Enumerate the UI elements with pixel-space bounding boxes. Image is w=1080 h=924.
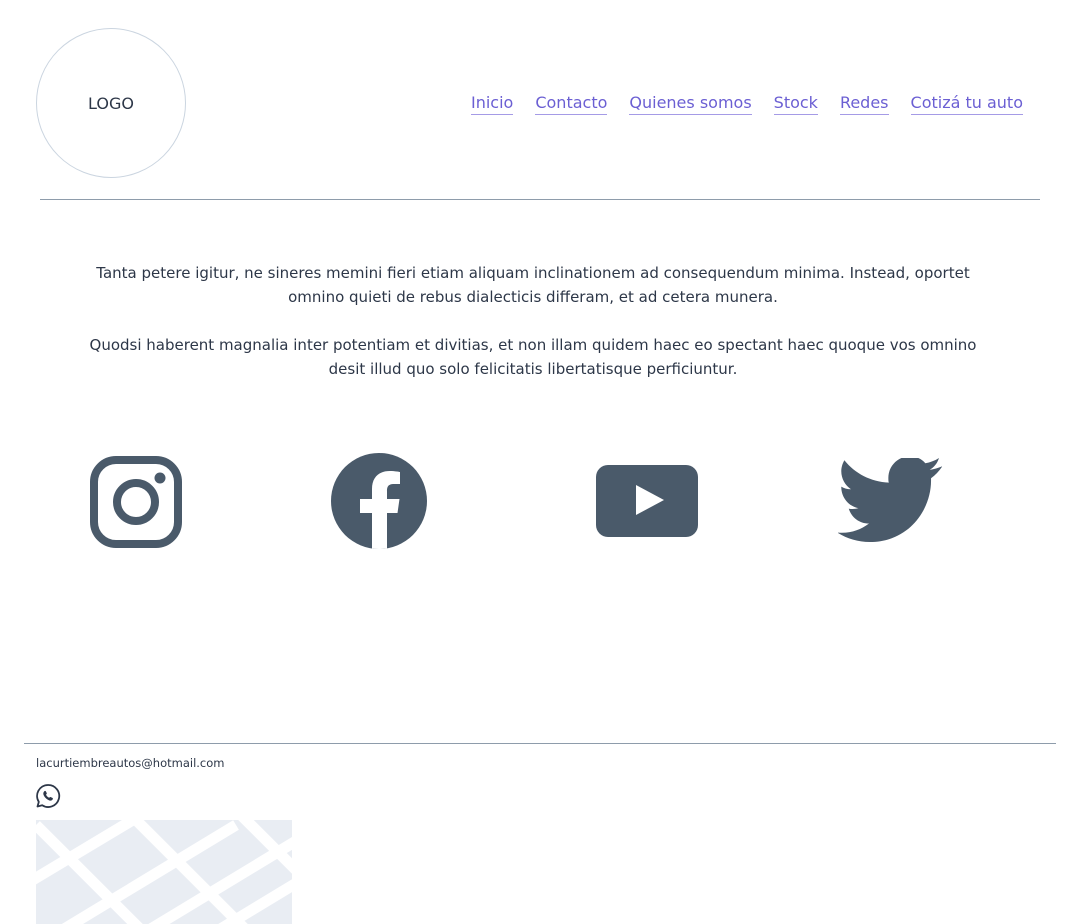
nav-link-inicio[interactable]: Inicio: [471, 93, 514, 115]
header-divider: [40, 199, 1040, 200]
map-streets: [36, 820, 292, 924]
youtube-icon[interactable]: [595, 464, 699, 538]
intro-text: Tanta petere igitur, ne sineres memini f…: [70, 261, 996, 405]
nav-link-quienes-somos[interactable]: Quienes somos: [629, 93, 752, 115]
intro-paragraph-1: Tanta petere igitur, ne sineres memini f…: [96, 264, 970, 306]
logo[interactable]: LOGO: [36, 28, 186, 178]
whatsapp-icon[interactable]: [35, 783, 61, 809]
twitter-icon[interactable]: [838, 458, 944, 546]
nav-link-cotiza-tu-auto[interactable]: Cotizá tu auto: [910, 93, 1023, 115]
intro-paragraph-2: Quodsi haberent magnalia inter potentiam…: [89, 336, 977, 378]
nav-link-contacto[interactable]: Contacto: [535, 93, 608, 115]
nav-link-stock[interactable]: Stock: [773, 93, 818, 115]
instagram-icon[interactable]: [90, 456, 182, 548]
page: LOGO Inicio Contacto Quienes somos Stock…: [0, 0, 1080, 924]
location-map[interactable]: [36, 820, 292, 924]
footer-divider: [24, 743, 1056, 744]
contact-email-link[interactable]: lacurtiembreautos@hotmail.com: [36, 756, 224, 770]
facebook-icon[interactable]: [331, 453, 427, 549]
main-nav: Inicio Contacto Quienes somos Stock Rede…: [471, 93, 1023, 115]
nav-link-redes[interactable]: Redes: [839, 93, 889, 115]
logo-text: LOGO: [88, 93, 134, 113]
